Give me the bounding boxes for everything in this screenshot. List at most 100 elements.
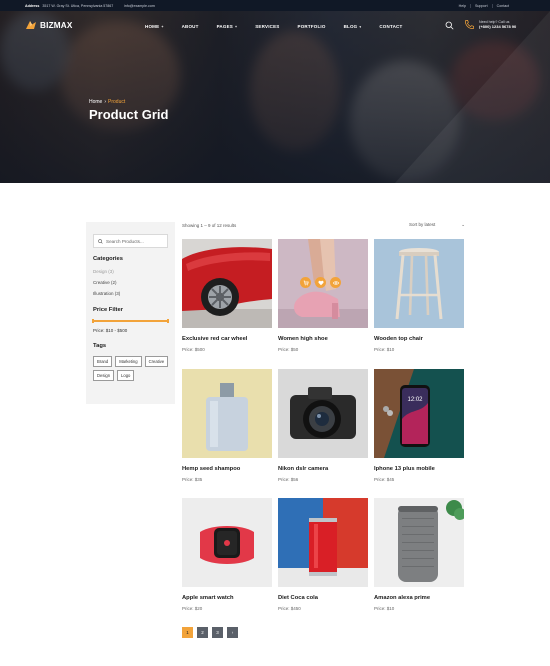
product-name[interactable]: Iphone 13 plus mobile [374, 466, 435, 472]
tags-heading: Tags [93, 343, 107, 349]
product-quick-actions [300, 277, 341, 288]
product-name[interactable]: Wooden top chair [374, 336, 423, 342]
price-slider-fill [93, 320, 168, 322]
product-image-pink-high-shoe[interactable] [278, 239, 368, 328]
product-name[interactable]: Women high shoe [278, 336, 328, 342]
nav-portfolio-label: PORTFOLIO [297, 24, 326, 29]
product-price: Price: $10 [374, 606, 395, 611]
brand-logo[interactable]: BIZMAX [25, 20, 73, 30]
top-links: Help Support Contact [455, 3, 513, 8]
tag-brand[interactable]: Brand [93, 356, 113, 367]
page-1-button[interactable]: 1 [182, 627, 193, 638]
address-value: 3517 W. Gray St. Utica, Pennsylvania 578… [42, 3, 114, 8]
nav-services[interactable]: SERVICES [255, 24, 279, 29]
sort-select[interactable]: Sort by latest ⌄ [409, 222, 465, 228]
product-name[interactable]: Diet Coca cola [278, 595, 318, 601]
quick-view-button[interactable] [330, 277, 341, 288]
product-image-smartphone[interactable]: 12:02 [374, 369, 464, 458]
product-card[interactable]: Diet Coca cola Price: $450 [278, 498, 368, 611]
breadcrumb-separator: › [104, 99, 107, 105]
product-image-wooden-stool[interactable] [374, 239, 464, 328]
nav-pages[interactable]: PAGES + [217, 24, 238, 29]
brand-name: BIZMAX [40, 20, 73, 30]
product-price: Price: $20 [182, 606, 203, 611]
page-2-button[interactable]: 2 [197, 627, 208, 638]
page-title: Product Grid [89, 107, 169, 122]
product-name[interactable]: Exclusive red car wheel [182, 336, 247, 342]
tag-creative[interactable]: Creative [144, 356, 169, 367]
nav-blog-label: BLOG [343, 24, 358, 29]
search-icon[interactable] [445, 21, 454, 30]
product-price: Price: $10 [374, 347, 395, 352]
category-illustration[interactable]: Illustration (3) [93, 291, 120, 296]
product-name[interactable]: Apple smart watch [182, 595, 234, 601]
address-label: Address [25, 3, 40, 8]
search-icon [98, 238, 103, 244]
nav-home-label: HOME [145, 24, 160, 29]
support-link[interactable]: Support [470, 3, 492, 8]
pagination: 1 2 3 › [182, 627, 238, 638]
breadcrumb: Home › Product [89, 99, 125, 105]
add-to-wishlist-button[interactable] [315, 277, 326, 288]
nav-home[interactable]: HOME + [145, 24, 164, 29]
product-image-dslr-camera[interactable] [278, 369, 368, 458]
product-price: Price: $500 [182, 347, 205, 352]
price-slider-track[interactable] [92, 319, 169, 323]
product-card[interactable]: Women high shoe Price: $50 [278, 239, 368, 352]
next-page-button[interactable]: › [227, 627, 238, 638]
product-card[interactable]: Hemp seed shampoo Price: $35 [182, 369, 272, 482]
price-slider-min-handle[interactable] [92, 319, 94, 323]
shop-sidebar: Categories Design (3) Creative (2) Illus… [86, 222, 175, 404]
nav-pages-label: PAGES [216, 24, 233, 29]
nav-blog[interactable]: BLOG ▾ [344, 24, 362, 29]
product-card[interactable]: Amazon alexa prime Price: $10 [374, 498, 464, 611]
product-price: Price: $35 [182, 477, 203, 482]
product-card[interactable]: 12:02 Iphone 13 plus mobile Price: $45 [374, 369, 464, 482]
tag-marketing[interactable]: Marketing [115, 356, 142, 367]
tag-logo[interactable]: Logo [117, 370, 135, 381]
price-range-label: Price: $10 - $500 [93, 328, 128, 333]
email-link[interactable]: info@example.com [124, 4, 155, 8]
product-price: Price: $50 [278, 347, 299, 352]
contact-link[interactable]: Contact [491, 3, 513, 8]
main-nav: HOME + ABOUT PAGES + SERVICES PORTFOLIO BL… [145, 24, 402, 29]
tag-design[interactable]: Design [93, 370, 115, 381]
top-info-bar: Address 3517 W. Gray St. Utica, Pennsylva… [0, 0, 550, 11]
product-name[interactable]: Hemp seed shampoo [182, 466, 240, 472]
chevron-down-icon: ▾ [359, 24, 362, 29]
product-price: Price: $56 [278, 477, 299, 482]
product-price: Price: $450 [278, 606, 301, 611]
product-image-cola-can[interactable] [278, 498, 368, 587]
product-card[interactable]: Wooden top chair Price: $10 [374, 239, 464, 352]
price-slider-max-handle[interactable] [167, 319, 169, 323]
product-image-red-car-wheel[interactable] [182, 239, 272, 328]
product-image-smart-watch[interactable] [182, 498, 272, 587]
nav-contact-label: CONTACT [379, 24, 403, 29]
nav-services-label: SERVICES [255, 24, 280, 29]
product-name[interactable]: Nikon dslr camera [278, 466, 328, 472]
address-info: Address 3517 W. Gray St. Utica, Pennsylva… [25, 4, 113, 8]
product-card[interactable]: Apple smart watch Price: $20 [182, 498, 272, 611]
nav-about[interactable]: ABOUT [182, 24, 199, 29]
call-us[interactable]: Need help? Call us (+800) 1234 5678 90 [464, 19, 516, 30]
add-to-cart-button[interactable] [300, 277, 311, 288]
breadcrumb-home[interactable]: Home [89, 99, 102, 105]
nav-contact[interactable]: CONTACT [379, 24, 402, 29]
product-card[interactable]: Nikon dslr camera Price: $56 [278, 369, 368, 482]
product-card[interactable]: Exclusive red car wheel Price: $500 [182, 239, 272, 352]
category-creative[interactable]: Creative (2) [93, 280, 117, 285]
product-image-smart-speaker[interactable] [374, 498, 464, 587]
plus-icon: + [234, 24, 238, 29]
category-design[interactable]: Design (3) [93, 269, 114, 274]
nav-portfolio[interactable]: PORTFOLIO [298, 24, 326, 29]
search-products-input[interactable] [106, 238, 166, 244]
page-3-button[interactable]: 3 [212, 627, 223, 638]
phone-number: (+800) 1234 5678 90 [479, 24, 517, 30]
svg-text:12:02: 12:02 [407, 397, 423, 403]
help-link[interactable]: Help [455, 4, 470, 8]
product-search [93, 234, 168, 248]
product-image-shampoo-bottle[interactable] [182, 369, 272, 458]
price-filter-heading: Price Filter [93, 307, 123, 313]
eye-icon [332, 280, 339, 285]
product-name[interactable]: Amazon alexa prime [374, 595, 430, 601]
